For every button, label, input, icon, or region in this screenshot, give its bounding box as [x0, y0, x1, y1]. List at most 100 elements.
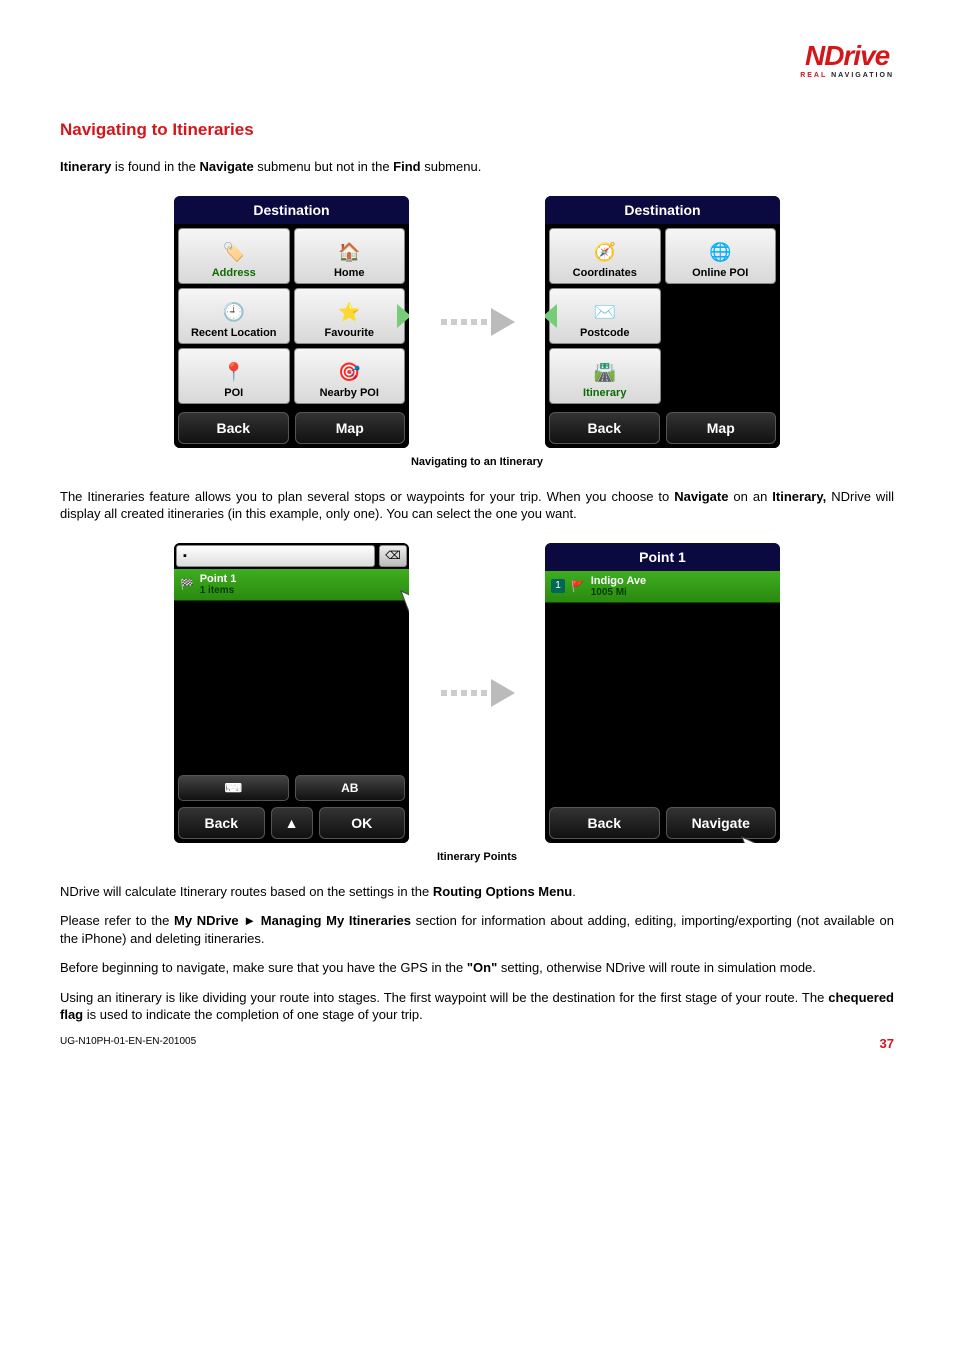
flag-icon: 🚩 [571, 580, 585, 593]
intro-t2: submenu but not in the [254, 159, 393, 174]
footer-page-number: 37 [880, 1036, 894, 1051]
p2-t1: The Itineraries feature allows you to pl… [60, 489, 674, 504]
transition-arrow-icon [439, 679, 515, 707]
tile-itinerary-label: Itinerary [583, 387, 626, 399]
back-button[interactable]: Back [178, 412, 289, 444]
logo-tag-real: REAL [800, 72, 827, 79]
intro-navigate: Navigate [199, 159, 253, 174]
page-arrow-right-icon[interactable] [397, 304, 409, 328]
figure-row-2: ▪ ⌫ 🏁 Point 1 1 items ⌨ AB Back ▲ OK [60, 543, 894, 843]
logo-n: N [805, 40, 824, 71]
paragraph-3: NDrive will calculate Itinerary routes b… [60, 883, 894, 901]
intro-find: Find [393, 159, 420, 174]
p6-t1: Using an itinerary is like dividing your… [60, 990, 828, 1005]
list1-sub: 1 items [200, 585, 237, 596]
tile-itinerary[interactable]: 🛣️ Itinerary [549, 348, 661, 404]
listB-title: Indigo Ave [591, 575, 646, 587]
list-item-number: 1 [551, 579, 565, 593]
screen1-header: Destination [174, 196, 409, 224]
map-button[interactable]: Map [295, 412, 406, 444]
intro-t1: is found in the [111, 159, 199, 174]
keyboard-mode-button[interactable]: ⌨ [178, 775, 289, 801]
p3-routing: Routing Options Menu [433, 884, 572, 899]
p6-t2: is used to indicate the completion of on… [83, 1007, 423, 1022]
tile-home[interactable]: 🏠Home [294, 228, 406, 284]
figure2-caption: Itinerary Points [60, 851, 894, 863]
screen-destination-1: Destination 🏷️ Address 🏠Home 🕘 Recent Loca… [174, 196, 409, 448]
tile-online-poi[interactable]: 🌐 Online POI [665, 228, 777, 284]
up-button[interactable]: ▲ [271, 807, 313, 839]
tile-coords-label: Coordinates [573, 267, 637, 279]
figure1-caption: Navigating to an Itinerary [60, 456, 894, 468]
tile-coordinates[interactable]: 🧭 Coordinates [549, 228, 661, 284]
tile-nearby-poi[interactable]: 🎯 Nearby POI [294, 348, 406, 404]
p2-navigate: Navigate [674, 489, 728, 504]
flag-icon: 🏁 [180, 578, 194, 591]
tile-poi-label: POI [224, 387, 243, 399]
intro-t3: submenu. [421, 159, 482, 174]
back-button[interactable]: Back [549, 807, 660, 839]
tile-home-label: Home [334, 267, 365, 279]
paragraph-2: The Itineraries feature allows you to pl… [60, 488, 894, 523]
address-icon: 🏷️ [220, 241, 248, 265]
tile-postcode[interactable]: ✉️ Postcode [549, 288, 661, 344]
backspace-button[interactable]: ⌫ [379, 545, 407, 567]
list1-title: Point 1 [200, 573, 237, 585]
star-icon: ⭐ [335, 301, 363, 325]
page-footer: UG-N10PH-01-EN-EN-201005 37 [60, 1036, 894, 1051]
section-title: Navigating to Itineraries [60, 120, 894, 140]
tile-postcode-label: Postcode [580, 327, 630, 339]
ok-button[interactable]: OK [319, 807, 406, 839]
tile-nearby-label: Nearby POI [320, 387, 379, 399]
p4-t1: Please refer to the [60, 913, 174, 928]
p3-t2: . [572, 884, 576, 899]
cursor-icon [740, 835, 770, 843]
recent-icon: 🕘 [220, 301, 248, 325]
globe-icon: 🌐 [706, 241, 734, 265]
list-item-indigo[interactable]: 1 🚩 Indigo Ave 1005 Mi [545, 571, 780, 603]
tile-address[interactable]: 🏷️ Address [178, 228, 290, 284]
poi-icon: 📍 [220, 361, 248, 385]
tile-recent-label: Recent Location [191, 327, 277, 339]
screen2-header: Destination [545, 196, 780, 224]
tile-poi[interactable]: 📍 POI [178, 348, 290, 404]
back-button[interactable]: Back [549, 412, 660, 444]
header-logo: NDrive REAL NAVIGATION [60, 40, 894, 80]
tile-favourite[interactable]: ⭐ Favourite [294, 288, 406, 344]
transition-arrow-icon [439, 308, 515, 336]
point-header: Point 1 [545, 543, 780, 571]
screen-destination-2: Destination 🧭 Coordinates 🌐 Online POI ✉️ P… [545, 196, 780, 448]
p5-on: "On" [467, 960, 497, 975]
map-button[interactable]: Map [666, 412, 777, 444]
p5-t2: setting, otherwise NDrive will route in … [497, 960, 816, 975]
cursor-icon [399, 589, 409, 619]
tile-fav-label: Favourite [324, 327, 374, 339]
p2-t2: on an [728, 489, 772, 504]
tile-recent[interactable]: 🕘 Recent Location [178, 288, 290, 344]
page-arrow-left-icon[interactable] [545, 304, 557, 328]
keyboard-ab-button[interactable]: AB [295, 775, 406, 801]
envelope-icon: ✉️ [591, 301, 619, 325]
logo-rest: Drive [824, 40, 889, 71]
tile-address-label: Address [212, 267, 256, 279]
search-input[interactable]: ▪ [176, 545, 375, 567]
logo-tag-nav: NAVIGATION [831, 72, 894, 79]
paragraph-6: Using an itinerary is like dividing your… [60, 989, 894, 1024]
route-icon: 🛣️ [591, 361, 619, 385]
coordinates-icon: 🧭 [591, 241, 619, 265]
p3-t1: NDrive will calculate Itinerary routes b… [60, 884, 433, 899]
p5-t1: Before beginning to navigate, make sure … [60, 960, 467, 975]
p2-itinerary: Itinerary, [772, 489, 826, 504]
screen-itinerary-list: ▪ ⌫ 🏁 Point 1 1 items ⌨ AB Back ▲ OK [174, 543, 409, 843]
list-item-point1[interactable]: 🏁 Point 1 1 items [174, 569, 409, 601]
screen-point-detail: Point 1 1 🚩 Indigo Ave 1005 Mi Back Navi… [545, 543, 780, 843]
tile-online-label: Online POI [692, 267, 748, 279]
back-button[interactable]: Back [178, 807, 265, 839]
paragraph-4: Please refer to the My NDrive ► Managing… [60, 912, 894, 947]
p4-mynd: My NDrive ► Managing My Itineraries [174, 913, 411, 928]
intro-itinerary: Itinerary [60, 159, 111, 174]
intro-paragraph: Itinerary is found in the Navigate subme… [60, 158, 894, 176]
nearby-icon: 🎯 [335, 361, 363, 385]
paragraph-5: Before beginning to navigate, make sure … [60, 959, 894, 977]
footer-doc-code: UG-N10PH-01-EN-EN-201005 [60, 1036, 196, 1051]
